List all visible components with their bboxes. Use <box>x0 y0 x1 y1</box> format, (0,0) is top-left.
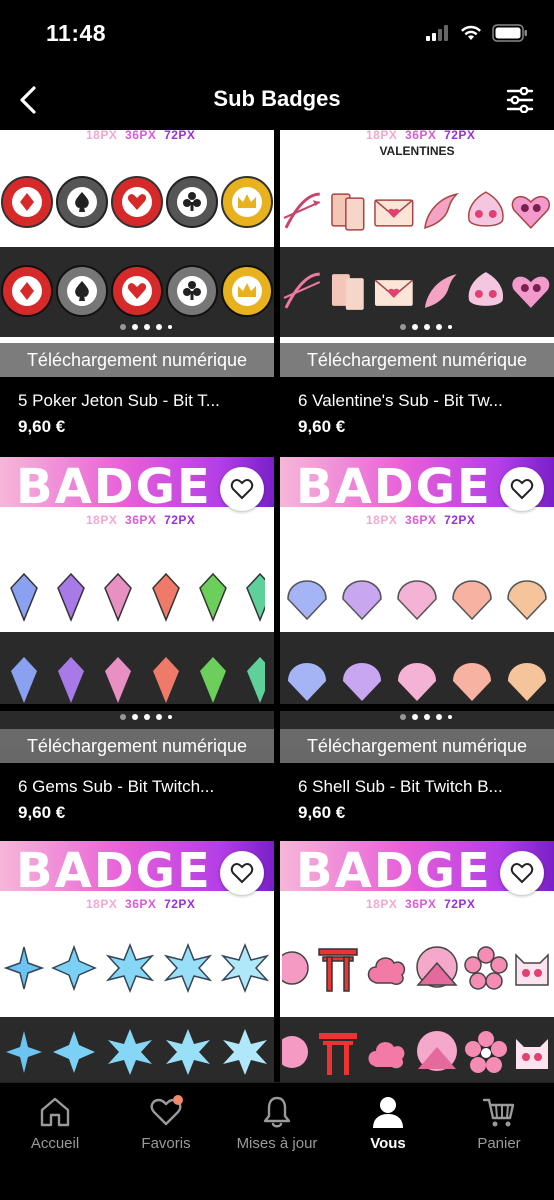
badge-row-dark <box>0 263 274 319</box>
size-labels: 18PX 36PX 72PX <box>86 130 196 142</box>
product-price: 9,60 € <box>298 803 346 822</box>
product-card[interactable]: 18PX 36PX 72PX VALENTINES Téléchargement… <box>280 130 554 457</box>
size-labels: 18PX 36PX 72PX <box>86 897 196 911</box>
product-title: 5 Poker Jeton Sub - Bit T... <box>18 391 220 410</box>
product-price: 9,60 € <box>298 417 346 436</box>
sliders-icon <box>506 87 534 113</box>
download-label: Téléchargement numérique <box>0 729 274 763</box>
tab-label: Vous <box>370 1135 406 1152</box>
download-label: Téléchargement numérique <box>0 343 274 377</box>
product-card[interactable]: BADGE 18PX 36PX 72PX <box>0 841 274 1082</box>
download-label: Téléchargement numérique <box>280 729 554 763</box>
heart-outline-icon <box>510 862 534 884</box>
person-icon <box>373 1097 403 1128</box>
badge-row-dark <box>280 657 554 704</box>
status-bar: 11:48 <box>0 0 554 70</box>
product-price: 9,60 € <box>18 417 66 436</box>
tab-favoris[interactable]: Favoris <box>111 1093 221 1152</box>
collection-label: VALENTINES <box>379 144 455 158</box>
size-labels: 18PX 36PX 72PX <box>86 513 196 527</box>
product-info[interactable]: 6 Gems Sub - Bit Twitch... 9,60 € <box>0 763 274 841</box>
tab-panier[interactable]: Panier <box>444 1093 554 1152</box>
product-price: 9,60 € <box>18 803 66 822</box>
product-card[interactable]: BADGE 18PX 36PX 72PX <box>280 457 554 704</box>
battery-icon <box>492 24 527 42</box>
product-image[interactable]: BADGE 18PX 36PX 72PX <box>280 457 554 704</box>
badge-row-dark <box>0 652 274 704</box>
product-card[interactable]: 18PX 36PX 72PX Téléchargement numérique <box>0 130 274 457</box>
badge-row-light <box>280 575 554 625</box>
wifi-icon <box>461 25 481 40</box>
notification-dot <box>173 1095 183 1105</box>
download-label: Téléchargement numérique <box>280 343 554 377</box>
badge-row-dark <box>0 1025 274 1079</box>
size-labels: 18PX 36PX 72PX <box>366 130 476 142</box>
badge-row-light <box>0 941 274 995</box>
product-image[interactable]: BADGE 18PX 36PX 72PX <box>0 457 274 704</box>
product-info[interactable]: 6 Shell Sub - Bit Twitch B... 9,60 € <box>280 763 554 841</box>
status-time: 11:48 <box>46 20 107 46</box>
heart-outline-icon <box>230 862 254 884</box>
carousel-dots[interactable] <box>400 714 452 720</box>
badge-row-light <box>0 569 274 625</box>
product-info[interactable]: 5 Poker Jeton Sub - Bit T... 9,60 € <box>0 377 274 457</box>
product-title: 6 Valentine's Sub - Bit Tw... <box>298 391 503 410</box>
signal-icon <box>426 25 448 41</box>
product-title: 6 Shell Sub - Bit Twitch B... <box>298 777 503 796</box>
favorite-button[interactable] <box>500 851 544 895</box>
bell-icon <box>263 1096 291 1128</box>
page-title: Sub Badges <box>213 86 341 111</box>
filter-button[interactable] <box>500 80 540 120</box>
status-icons <box>426 24 528 42</box>
heart-outline-icon <box>510 478 534 500</box>
product-card[interactable]: BADGE 18PX 36PX 72PX <box>0 457 274 704</box>
cart-icon <box>482 1098 515 1127</box>
heart-outline-icon <box>230 478 254 500</box>
product-title: 6 Gems Sub - Bit Twitch... <box>18 777 215 796</box>
badge-row-dark <box>280 1025 554 1079</box>
badge-row-light <box>280 941 554 995</box>
tab-vous[interactable]: Vous <box>333 1093 443 1152</box>
tab-accueil[interactable]: Accueil <box>0 1093 110 1152</box>
bottom-tab-bar: Accueil Favoris Mises à jour Vous Panier <box>0 1082 554 1200</box>
carousel-dots[interactable] <box>120 714 172 720</box>
size-labels: 18PX 36PX 72PX <box>366 897 476 911</box>
product-image[interactable]: 18PX 36PX 72PX VALENTINES Téléchargement… <box>280 130 554 377</box>
product-info[interactable]: 6 Valentine's Sub - Bit Tw... 9,60 € <box>280 377 554 457</box>
product-image[interactable]: 18PX 36PX 72PX Téléchargement numérique <box>0 130 274 377</box>
carousel-dots[interactable] <box>120 324 172 330</box>
carousel-dots[interactable] <box>400 324 452 330</box>
badge-row-dark <box>280 266 554 316</box>
badge-row-light <box>0 174 274 230</box>
favorite-button[interactable] <box>500 467 544 511</box>
tab-label: Panier <box>477 1135 521 1152</box>
size-labels: 18PX 36PX 72PX <box>366 513 476 527</box>
tab-label: Accueil <box>30 1135 80 1152</box>
favorite-button[interactable] <box>220 851 264 895</box>
nav-bar: Sub Badges <box>0 70 554 130</box>
home-icon <box>40 1097 70 1127</box>
tab-label: Favoris <box>141 1135 191 1152</box>
tab-label: Mises à jour <box>236 1135 318 1152</box>
badge-row-light <box>280 186 554 236</box>
favorite-button[interactable] <box>220 467 264 511</box>
tab-mises-a-jour[interactable]: Mises à jour <box>222 1093 332 1152</box>
product-card[interactable]: BADGE 18PX 36PX 72PX <box>280 841 554 1082</box>
